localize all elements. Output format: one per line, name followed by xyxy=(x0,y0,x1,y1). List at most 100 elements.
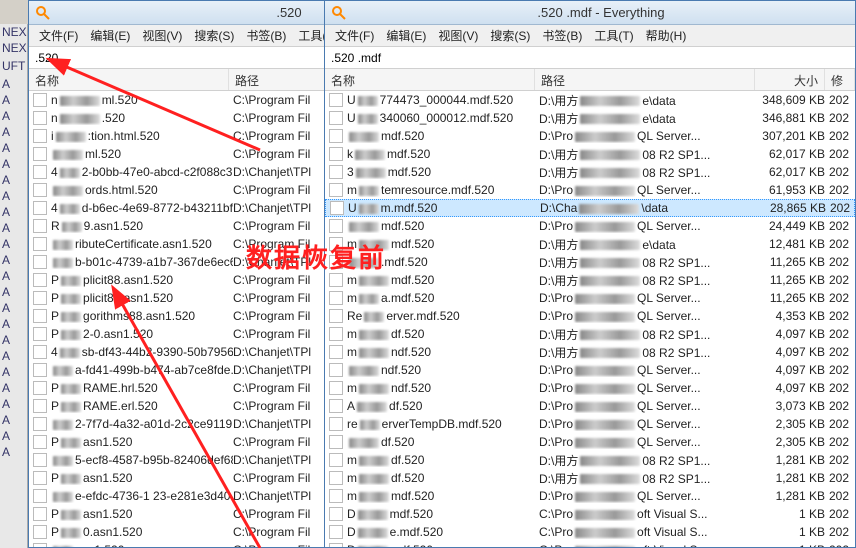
menu-item[interactable]: 帮助(H) xyxy=(640,25,693,46)
file-row[interactable]: Reerver.mdf.520 D:\ProQL Server... 4,353… xyxy=(325,307,855,325)
file-row[interactable]: mdf.520 D:\ProQL Server... 24,449 KB 202 xyxy=(325,217,855,235)
file-list-right[interactable]: U774473_000044.mdf.520 D:\用方e\data 348,6… xyxy=(325,91,855,547)
file-size: 4,097 KB xyxy=(759,345,829,359)
file-row[interactable]: U774473_000044.mdf.520 D:\用方e\data 348,6… xyxy=(325,91,855,109)
col-name[interactable]: 名称 xyxy=(325,69,535,90)
file-modified: 202 xyxy=(829,453,855,467)
file-name: mmdf.520 xyxy=(347,237,539,251)
file-row[interactable]: .mdf.520 D:\用方08 R2 SP1... 11,265 KB 202 xyxy=(325,253,855,271)
file-row[interactable]: Um.mdf.520 D:\Cha\data 28,865 KB 202 xyxy=(325,199,855,217)
file-size: 61,953 KB xyxy=(759,183,829,197)
file-icon xyxy=(33,543,47,547)
file-name: ml.520 xyxy=(51,147,233,161)
gutter-item: A xyxy=(0,428,27,444)
file-path: C:\Prooft Visual S... xyxy=(539,525,759,539)
file-row[interactable]: Dmdf.520 C:\Prooft Visual S... 1 KB 202 xyxy=(325,505,855,523)
file-icon xyxy=(329,399,343,413)
file-row[interactable]: mndf.520 D:\用方08 R2 SP1... 4,097 KB 202 xyxy=(325,343,855,361)
file-row[interactable]: ndf.520 D:\ProQL Server... 4,097 KB 202 xyxy=(325,361,855,379)
menu-item[interactable]: 书签(B) xyxy=(240,25,292,46)
file-path: D:\ProQL Server... xyxy=(539,291,759,305)
file-name: kmdf.520 xyxy=(347,147,539,161)
file-modified: 202 xyxy=(829,219,855,233)
menu-item[interactable]: 编辑(E) xyxy=(380,25,432,46)
col-name[interactable]: 名称 xyxy=(29,69,229,90)
menu-item[interactable]: 搜索(S) xyxy=(188,25,240,46)
file-modified: 202 xyxy=(829,255,855,269)
file-row[interactable]: mdf.520 D:\ProQL Server... 307,201 KB 20… xyxy=(325,127,855,145)
file-name: 42-b0bb-47e0-abcd-c2f088c38... xyxy=(51,165,233,179)
file-row[interactable]: mmdf.520 D:\用方08 R2 SP1... 11,265 KB 202 xyxy=(325,271,855,289)
file-icon xyxy=(329,381,343,395)
file-modified: 202 xyxy=(829,345,855,359)
file-modified: 202 xyxy=(829,183,855,197)
file-name: mmdf.520 xyxy=(347,489,539,503)
menu-item[interactable]: 书签(B) xyxy=(536,25,588,46)
file-row[interactable]: mdf.520 D:\用方08 R2 SP1... 1,281 KB 202 xyxy=(325,469,855,487)
gutter-item: A xyxy=(0,268,27,284)
file-icon xyxy=(33,435,47,449)
file-name: 4sb-df43-44b2-9390-50b79561... xyxy=(51,345,233,359)
file-icon xyxy=(33,489,47,503)
file-row[interactable]: mmdf.520 D:\ProQL Server... 1,281 KB 202 xyxy=(325,487,855,505)
menu-item[interactable]: 视图(V) xyxy=(432,25,484,46)
menu-item[interactable]: 文件(F) xyxy=(329,25,380,46)
titlebar-right[interactable]: .520 .mdf - Everything xyxy=(325,1,855,25)
menu-item[interactable]: 搜索(S) xyxy=(484,25,536,46)
column-header-right[interactable]: 名称 路径 大小 修改 xyxy=(325,69,855,91)
file-icon xyxy=(33,345,47,359)
menu-item[interactable]: 工具(T) xyxy=(588,25,639,46)
file-modified: 202 xyxy=(829,111,855,125)
file-name: nml.520 xyxy=(51,93,233,107)
file-icon xyxy=(329,327,343,341)
file-size: 348,609 KB xyxy=(759,93,829,107)
file-row[interactable]: mtemresource.mdf.520 D:\ProQL Server... … xyxy=(325,181,855,199)
file-row[interactable]: ma.mdf.520 D:\ProQL Server... 11,265 KB … xyxy=(325,289,855,307)
menu-item[interactable]: 文件(F) xyxy=(33,25,84,46)
file-icon xyxy=(329,129,343,143)
file-name: Dmdf.520 xyxy=(347,507,539,521)
file-icon xyxy=(33,309,47,323)
search-input-right[interactable] xyxy=(329,49,851,67)
file-icon xyxy=(33,381,47,395)
col-path[interactable]: 路径 xyxy=(535,69,755,90)
file-name: reerverTempDB.mdf.520 xyxy=(347,417,539,431)
menu-item[interactable]: 视图(V) xyxy=(136,25,188,46)
file-icon xyxy=(33,525,47,539)
file-icon xyxy=(33,129,47,143)
menu-item[interactable]: 编辑(E) xyxy=(84,25,136,46)
file-row[interactable]: kmdf.520 D:\用方08 R2 SP1... 62,017 KB 202 xyxy=(325,145,855,163)
file-row[interactable]: 3mdf.520 D:\用方08 R2 SP1... 62,017 KB 202 xyxy=(325,163,855,181)
file-icon xyxy=(329,345,343,359)
file-name: n.520 xyxy=(51,111,233,125)
file-modified: 202 xyxy=(829,543,855,547)
col-mod[interactable]: 修改 xyxy=(825,69,855,90)
file-size: 1,281 KB xyxy=(759,453,829,467)
file-row[interactable]: mmdf.520 D:\用方e\data 12,481 KB 202 xyxy=(325,235,855,253)
file-row[interactable]: reerverTempDB.mdf.520 D:\ProQL Server...… xyxy=(325,415,855,433)
file-row[interactable]: Adf.520 D:\ProQL Server... 3,073 KB 202 xyxy=(325,397,855,415)
gutter-item: A xyxy=(0,156,27,172)
gutter-item: A xyxy=(0,188,27,204)
search-icon xyxy=(35,5,51,21)
file-icon xyxy=(33,93,47,107)
file-row[interactable]: mdf.520 D:\用方08 R2 SP1... 1,281 KB 202 xyxy=(325,451,855,469)
file-row[interactable]: df.520 D:\ProQL Server... 2,305 KB 202 xyxy=(325,433,855,451)
file-modified: 202 xyxy=(829,327,855,341)
file-path: D:\ProQL Server... xyxy=(539,129,759,143)
file-size: 12,481 KB xyxy=(759,237,829,251)
file-row[interactable]: Dmdf.520 C:\Prooft Visual S... 1 KB 202 xyxy=(325,541,855,547)
col-size[interactable]: 大小 xyxy=(755,69,825,90)
file-modified: 202 xyxy=(829,507,855,521)
file-row[interactable]: mndf.520 D:\ProQL Server... 4,097 KB 202 xyxy=(325,379,855,397)
file-row[interactable]: De.mdf.520 C:\Prooft Visual S... 1 KB 20… xyxy=(325,523,855,541)
file-path: D:\用方08 R2 SP1... xyxy=(539,164,759,181)
file-row[interactable]: U340060_000012.mdf.520 D:\用方e\data 346,8… xyxy=(325,109,855,127)
file-name: PRAME.erl.520 xyxy=(51,399,233,413)
window-title-right: .520 .mdf - Everything xyxy=(353,5,849,20)
file-name: P2-0.asn1.520 xyxy=(51,327,233,341)
file-row[interactable]: mdf.520 D:\用方08 R2 SP1... 4,097 KB 202 xyxy=(325,325,855,343)
gutter-item: A xyxy=(0,204,27,220)
gutter-item: A xyxy=(0,332,27,348)
file-modified: 202 xyxy=(830,201,854,215)
